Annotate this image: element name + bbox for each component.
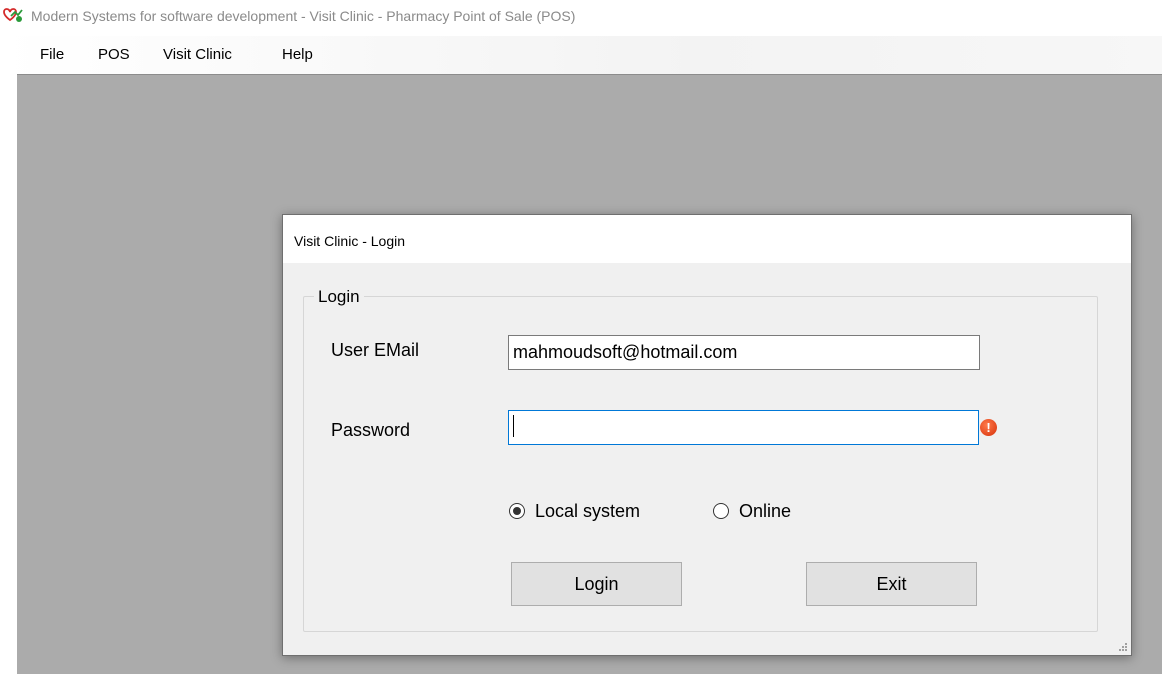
email-label: User EMail — [331, 340, 420, 360]
password-label: Password — [331, 420, 411, 440]
error-icon: ! — [980, 419, 997, 436]
email-field[interactable] — [508, 335, 980, 370]
radio-circle — [713, 503, 729, 519]
window-title: Modern Systems for software development … — [31, 8, 576, 24]
exit-button[interactable]: Exit — [806, 562, 977, 606]
menu-pos[interactable]: POS — [98, 46, 130, 63]
login-button[interactable]: Login — [511, 562, 682, 606]
radio-online-label: Online — [739, 501, 792, 521]
menu-help[interactable]: Help — [282, 46, 313, 63]
dialog-title: Visit Clinic - Login — [294, 233, 406, 249]
radio-local-system-label: Local system — [535, 501, 641, 521]
app-logo-icon — [3, 8, 23, 22]
radio-selected-dot — [513, 507, 521, 515]
resize-grip-icon[interactable] — [1118, 642, 1128, 652]
radio-circle — [509, 503, 525, 519]
menu-bar: File POS Visit Clinic Help — [0, 36, 1162, 74]
dialog-titlebar: Visit Clinic - Login — [283, 215, 1131, 263]
menu-visit-clinic[interactable]: Visit Clinic — [163, 46, 232, 63]
login-dialog: Visit Clinic - Login Login User EMail Pa… — [282, 214, 1132, 656]
text-caret — [513, 415, 514, 437]
password-field[interactable] — [508, 410, 979, 445]
menu-file[interactable]: File — [40, 46, 64, 63]
groupbox-title: Login — [314, 287, 364, 307]
window-titlebar: Modern Systems for software development … — [0, 0, 1162, 36]
